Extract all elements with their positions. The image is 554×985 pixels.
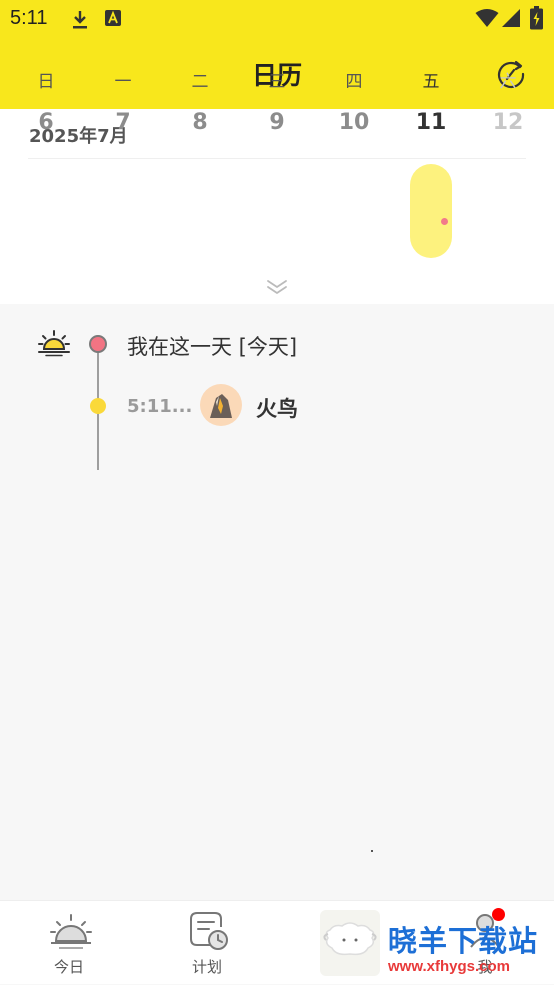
day-marker-dot [89, 335, 107, 353]
watermark-url: www.xfhygs.com [388, 958, 510, 975]
sunrise-icon [38, 330, 70, 357]
date-number: 11 [415, 110, 447, 135]
event-name[interactable]: 火鸟 [256, 393, 298, 423]
selected-day-highlight [410, 164, 452, 258]
weekday-label: 日 [37, 72, 55, 92]
nav-label: 计划 [191, 958, 222, 976]
date-number: 6 [38, 110, 54, 135]
status-time: 5:11 [10, 7, 48, 29]
date-number: 9 [269, 110, 285, 135]
weekday-label: 五 [422, 72, 440, 92]
calendar-divider [28, 158, 526, 159]
weekday-label: 一 [114, 72, 132, 92]
battery-icon [530, 6, 543, 30]
speck [371, 850, 373, 852]
firebird-avatar-icon [210, 394, 232, 418]
expand-chevron-icon[interactable] [266, 279, 288, 295]
day-title: 我在这一天 [今天] [127, 335, 298, 359]
signal-icon [502, 9, 520, 27]
nav-tab-today[interactable]: 今日 [29, 901, 109, 985]
week-calendar: 2025年7月 [0, 109, 554, 304]
event-time[interactable]: 5:11... [127, 396, 192, 417]
event-marker-dot [441, 218, 448, 225]
nav-tab-plan[interactable]: 计划 [167, 901, 247, 985]
date-number: 8 [192, 110, 208, 135]
weekday-label: 四 [345, 72, 363, 92]
watermark: 晓羊下载站 www.xfhygs.com [388, 924, 554, 976]
weekday-label: 三 [268, 72, 286, 92]
weekday-label: 六 [499, 72, 517, 92]
nav-label: 今日 [53, 958, 84, 976]
weekday-label: 二 [191, 72, 209, 92]
event-avatar[interactable] [200, 384, 242, 426]
sunrise-nav-icon [50, 914, 92, 949]
plan-clock-icon [190, 912, 228, 950]
status-bar: 5:11 [0, 0, 554, 38]
date-number: 7 [115, 110, 131, 135]
notification-badge [492, 908, 505, 921]
sheep-logo [320, 910, 380, 976]
wifi-icon [475, 9, 499, 27]
date-number: 10 [338, 110, 370, 135]
date-number: 12 [492, 110, 524, 135]
download-icon [73, 11, 87, 29]
app-notification-icon [105, 10, 121, 26]
sheep-icon [323, 922, 377, 956]
event-marker-dot [90, 398, 106, 414]
watermark-text: 晓羊下载站 [388, 924, 539, 958]
